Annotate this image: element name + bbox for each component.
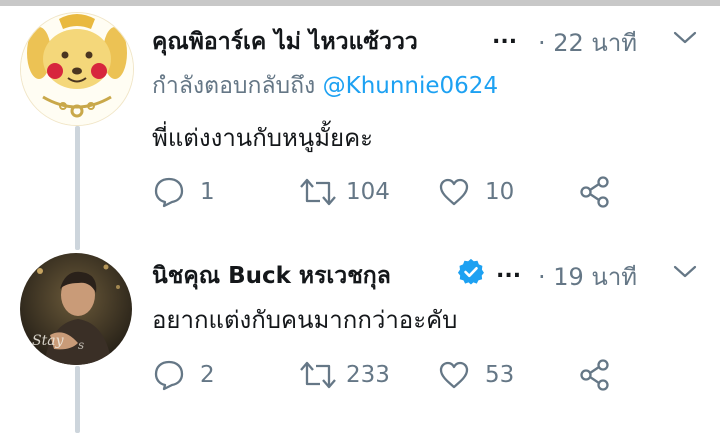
reply-count: 1 — [200, 179, 215, 205]
like-button[interactable]: 53 — [437, 355, 514, 395]
reply-button[interactable]: 1 — [152, 172, 215, 212]
tweet-actions: 1 104 10 — [152, 172, 672, 212]
retweet-count: 104 — [346, 179, 390, 205]
tweet-actions: 2 233 53 — [152, 355, 672, 395]
tweet[interactable]: Stay s นิชคุณ Buck หรเวชกุล ... · 19 นาท… — [0, 245, 720, 433]
tweet-text: พี่แต่งงานกับหนูมั้ยคะ — [152, 124, 374, 152]
tweet[interactable]: คุณพิอาร์เค ไม่ ไหวแซ้ววว ... · 22 นาที … — [0, 0, 720, 245]
like-icon — [439, 361, 469, 389]
reply-icon — [154, 177, 184, 208]
retweet-button[interactable]: 104 — [298, 172, 390, 212]
like-count: 10 — [485, 179, 515, 205]
tweet-text: อยากแต่งกับคนมากกว่าอะคับ — [152, 306, 458, 334]
like-count: 53 — [485, 362, 515, 388]
user-display-name[interactable]: นิชคุณ Buck หรเวชกุล — [152, 258, 391, 294]
name-truncation: ... — [492, 24, 518, 49]
reply-button[interactable]: 2 — [152, 355, 215, 395]
share-button[interactable] — [578, 355, 612, 395]
user-display-name[interactable]: คุณพิอาร์เค ไม่ ไหวแซ้ววว — [152, 24, 418, 60]
like-icon — [439, 178, 469, 206]
share-button[interactable] — [578, 172, 612, 212]
reply-icon — [154, 360, 184, 391]
verified-badge-icon — [457, 258, 484, 285]
reply-count: 2 — [200, 362, 215, 388]
share-icon — [580, 176, 609, 208]
like-button[interactable]: 10 — [437, 172, 514, 212]
tweet-timestamp[interactable]: · 19 นาที — [538, 257, 637, 296]
share-icon — [580, 359, 609, 391]
svg-text:Stay: Stay — [32, 333, 65, 349]
retweet-button[interactable]: 233 — [298, 355, 390, 395]
profile-photo: Stay s — [20, 253, 132, 365]
retweet-count: 233 — [346, 362, 390, 388]
dog-avatar-illustration — [21, 13, 133, 125]
chevron-down-icon[interactable] — [672, 29, 698, 47]
replying-to-label: กำลังตอบกลับถึง — [152, 73, 316, 99]
svg-text:s: s — [78, 338, 84, 352]
retweet-icon — [300, 361, 336, 389]
retweet-icon — [300, 178, 336, 206]
avatar[interactable] — [20, 12, 134, 126]
replying-to: กำลังตอบกลับถึง @Khunnie0624 — [152, 68, 498, 104]
tweet-timestamp[interactable]: · 22 นาที — [538, 23, 637, 62]
reply-handle-link[interactable]: @Khunnie0624 — [323, 73, 498, 99]
name-truncation: ... — [496, 258, 522, 283]
chevron-down-icon[interactable] — [672, 263, 698, 281]
avatar[interactable]: Stay s — [20, 253, 132, 365]
